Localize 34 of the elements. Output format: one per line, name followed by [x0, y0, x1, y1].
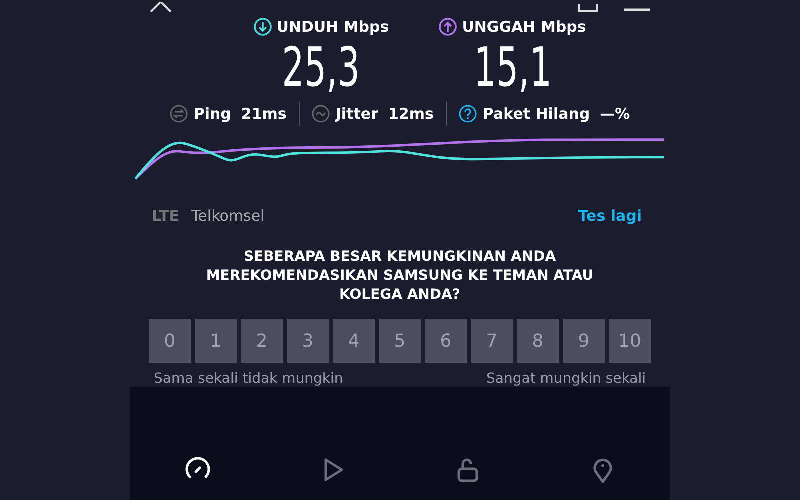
- metric-label: Jitter: [336, 104, 378, 123]
- provider-name: Telkomsel: [192, 207, 266, 226]
- result-label: UNGGAH Mbps: [462, 18, 586, 36]
- rating-option[interactable]: 7: [471, 319, 513, 364]
- metric-value: —%: [600, 104, 630, 123]
- download-icon: [254, 18, 272, 36]
- network-type: LTE: [152, 207, 180, 226]
- rating-option[interactable]: 0: [149, 319, 191, 364]
- scale-high-label: Sangat mungkin sekali: [486, 371, 646, 388]
- metric-label: Ping: [194, 104, 232, 123]
- survey-question: SEBERAPA BESAR KEMUNGKINAN ANDA MEREKOMENDASIKAN SAMSUNG KE TEMAN ATAU KOLEGA ANDA?: [205, 248, 595, 306]
- help-icon: [458, 104, 477, 123]
- share-icon[interactable]: [578, 4, 598, 12]
- jitter-icon: [312, 104, 330, 123]
- metric-label: Paket Hilang: [482, 104, 590, 123]
- rating-option[interactable]: 9: [563, 319, 605, 364]
- rating-option[interactable]: 3: [287, 319, 329, 364]
- rating-option[interactable]: 4: [333, 319, 375, 364]
- close-icon[interactable]: [150, 2, 172, 12]
- rating-option[interactable]: 6: [425, 319, 467, 364]
- ping-icon: [170, 104, 188, 123]
- scale-low-label: Sama sekali tidak mungkin: [154, 371, 344, 388]
- metric-value: 12ms: [388, 104, 434, 123]
- rating-option[interactable]: 1: [195, 319, 237, 364]
- rating-option[interactable]: 8: [517, 319, 559, 364]
- result-label: UNDUH Mbps: [276, 18, 390, 36]
- upload-icon: [439, 18, 458, 36]
- result-value: 25,3: [282, 36, 360, 100]
- result-value: 15,1: [474, 36, 552, 100]
- rating-option[interactable]: 10: [609, 319, 651, 364]
- test-again-link[interactable]: Tes lagi: [572, 206, 648, 226]
- rating-option[interactable]: 2: [241, 319, 283, 364]
- rating-option[interactable]: 5: [379, 319, 421, 364]
- metric-value: 21ms: [241, 104, 287, 123]
